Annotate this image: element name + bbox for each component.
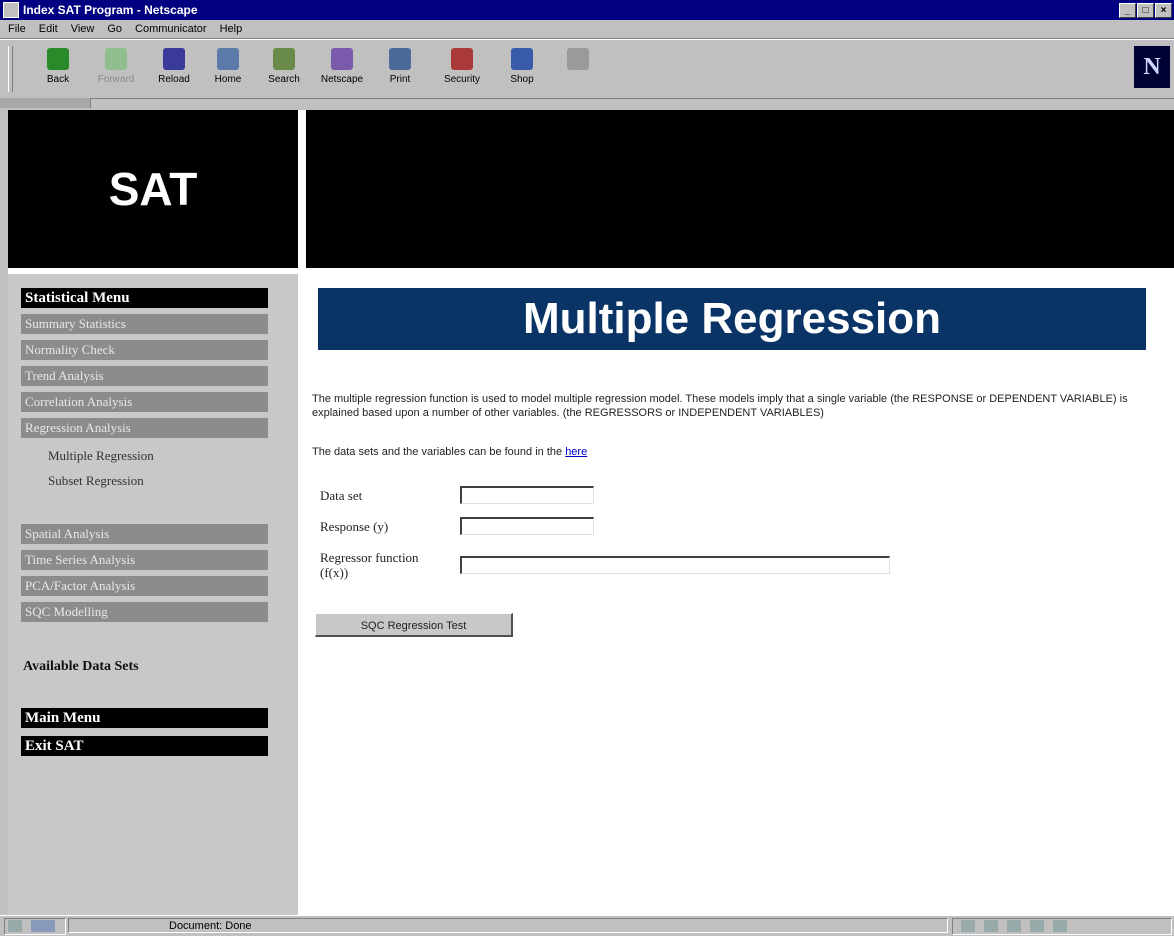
status-text: Document: Done [169,920,252,932]
stop-button[interactable] [556,46,600,92]
reload-label: Reload [158,74,190,85]
status-bar: Document: Done [0,915,1174,936]
security-button[interactable]: Security [440,46,484,92]
description-text: The multiple regression function is used… [312,393,1128,419]
navigation-toolbar: Back Forward Reload Home Search Netscape… [0,39,1174,99]
toolbar-grip[interactable] [8,46,13,92]
nav-correlation-analysis[interactable]: Correlation Analysis [21,392,268,412]
response-label: Response (y) [320,519,389,534]
available-data-sets-link[interactable]: Available Data Sets [23,659,139,675]
main-menu-link[interactable]: Main Menu [21,708,268,728]
statistical-menu-header: Statistical Menu [21,288,268,308]
sat-logo: SAT [8,110,298,268]
status-text-panel: Document: Done [68,918,948,933]
nav-normality-check[interactable]: Normality Check [21,340,268,360]
menu-bar: File Edit View Go Communicator Help [0,20,1174,39]
forward-label: Forward [97,74,135,85]
home-label: Home [214,74,242,85]
regressor-label-line1: Regressor function [320,550,419,565]
print-button[interactable]: Print [378,46,422,92]
maximize-button[interactable]: □ [1137,3,1154,18]
nav-pca-factor-analysis[interactable]: PCA/Factor Analysis [21,576,268,596]
search-label: Search [268,74,300,85]
netscape-app-icon [3,2,19,18]
header-banner [306,110,1174,268]
stop-icon [567,48,589,70]
menu-communicator[interactable]: Communicator [135,23,207,35]
netscape-logo[interactable]: N [1134,46,1170,88]
nav-subset-regression[interactable]: Subset Regression [48,473,144,489]
forward-button[interactable]: Forward [94,46,138,92]
menu-view[interactable]: View [71,23,95,35]
nav-spatial-analysis[interactable]: Spatial Analysis [21,524,268,544]
netscape-button[interactable]: Netscape [320,46,364,92]
main-content: Multiple Regression The multiple regress… [306,274,1174,915]
minimize-button[interactable]: _ [1119,3,1136,18]
menu-go[interactable]: Go [107,23,122,35]
reload-icon [163,48,185,70]
netscape-icon [331,48,353,70]
datasets-info: The data sets and the variables can be f… [312,446,587,458]
navigator-icon[interactable] [961,920,975,933]
menu-file[interactable]: File [8,23,26,35]
dataset-label: Data set [320,488,363,503]
menu-edit[interactable]: Edit [39,23,58,35]
logo-divider [298,110,306,268]
security-label: Security [443,74,481,85]
security-status-panel[interactable] [4,918,66,935]
netscape-label: Netscape [320,74,364,85]
back-button[interactable]: Back [36,46,80,92]
connection-icon [31,920,56,933]
menu-help[interactable]: Help [220,23,243,35]
back-arrow-icon [47,48,69,70]
home-button[interactable]: Home [206,46,250,92]
nav-regression-analysis[interactable]: Regression Analysis [21,418,268,438]
page-title: Multiple Regression [318,288,1146,350]
close-button[interactable]: × [1155,3,1172,18]
regressor-label-line2: (f(x)) [320,565,349,580]
nav-sqc-modelling[interactable]: SQC Modelling [21,602,268,622]
location-toolbar-tab[interactable] [0,98,91,108]
sidebar: Statistical Menu Summary Statistics Norm… [8,274,298,915]
window-title: Index SAT Program - Netscape [23,3,198,17]
print-label: Print [389,74,411,85]
nav-time-series-analysis[interactable]: Time Series Analysis [21,550,268,570]
shop-button[interactable]: Shop [500,46,544,92]
window-controls: _ □ × [1119,3,1172,18]
regressor-label: Regressor function (f(x)) [320,550,419,580]
datasets-here-link[interactable]: here [565,446,587,458]
print-icon [389,48,411,70]
search-icon [273,48,295,70]
lock-icon [8,920,22,933]
component-bar [952,918,1172,935]
dataset-input[interactable] [460,486,594,504]
web-page: SAT Statistical Menu Summary Statistics … [8,110,1174,915]
composer-icon[interactable] [1030,920,1045,933]
forward-arrow-icon [105,48,127,70]
shop-label: Shop [510,74,534,85]
discussion-icon[interactable] [1007,920,1022,933]
security-icon [451,48,473,70]
sqc-regression-test-button[interactable]: SQC Regression Test [315,613,513,637]
shop-icon [511,48,533,70]
check-icon[interactable] [1053,920,1068,933]
nav-trend-analysis[interactable]: Trend Analysis [21,366,268,386]
nav-summary-statistics[interactable]: Summary Statistics [21,314,268,334]
nav-multiple-regression[interactable]: Multiple Regression [48,448,154,464]
search-button[interactable]: Search [262,46,306,92]
response-input[interactable] [460,517,594,535]
regressor-function-input[interactable] [460,556,890,574]
window-titlebar: Index SAT Program - Netscape _ □ × [0,0,1174,20]
datasets-info-text: The data sets and the variables can be f… [312,446,563,458]
mail-icon[interactable] [984,920,999,933]
exit-sat-link[interactable]: Exit SAT [21,736,268,756]
back-label: Back [46,74,70,85]
home-icon [217,48,239,70]
reload-button[interactable]: Reload [152,46,196,92]
